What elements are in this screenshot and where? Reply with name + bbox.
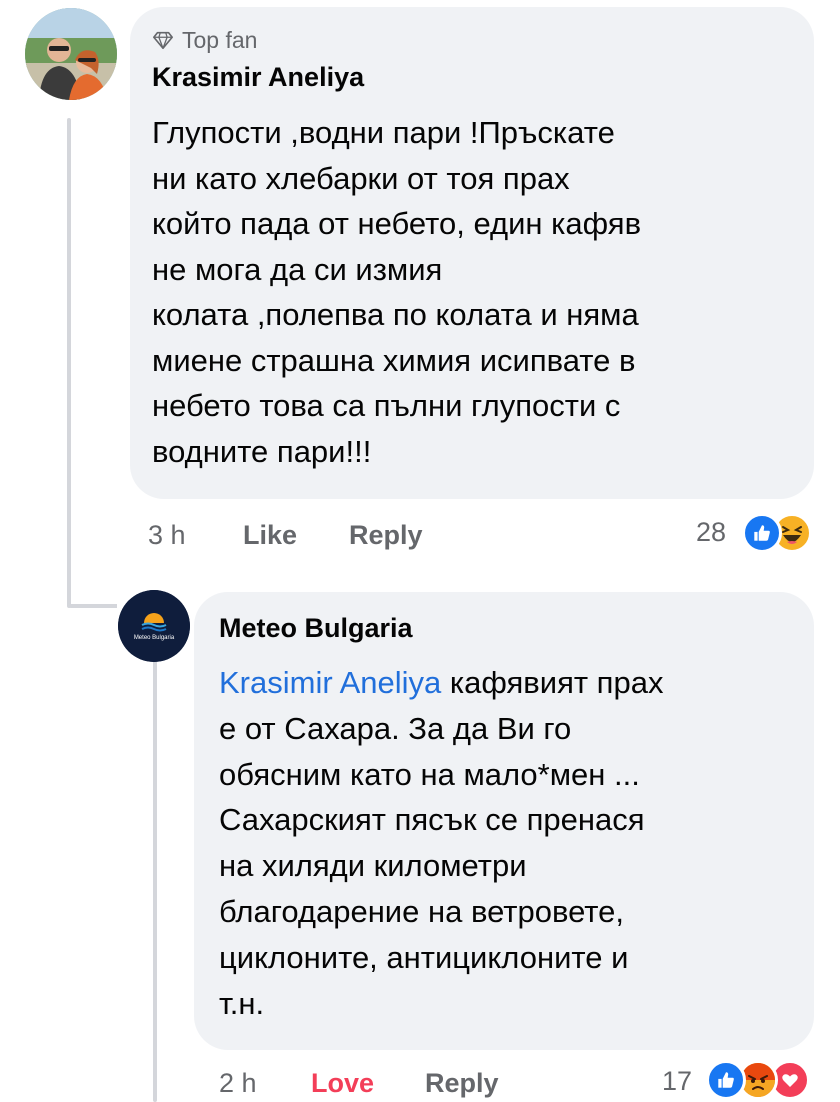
reply-text-line: е от Сахара. За да Ви го <box>219 710 572 746</box>
logo-text: Meteo Bulgaria <box>134 635 175 641</box>
reply-text-line: на хиляди километри <box>219 848 527 884</box>
badge-label: Top fan <box>182 26 258 53</box>
page-avatar[interactable]: Meteo Bulgaria <box>118 590 190 662</box>
reply-author[interactable]: Meteo Bulgaria <box>219 613 413 644</box>
reply-text: Krasimir Aneliya кафявият прах е от Сахар… <box>219 660 789 1026</box>
reply-button[interactable]: Reply <box>425 1068 499 1099</box>
love-button[interactable]: Love <box>311 1068 374 1099</box>
reply-thread-line <box>153 650 157 1102</box>
reaction-count[interactable]: 17 <box>662 1066 692 1097</box>
top-fan-badge: Top fan <box>152 26 257 54</box>
reply-text-line: Сахарският пясък се пренася <box>219 802 645 838</box>
mention-link[interactable]: Krasimir Aneliya <box>219 665 441 700</box>
reply-text-line: циклоните, антициклоните и <box>219 939 629 975</box>
comment-timestamp[interactable]: 3 h <box>148 520 186 551</box>
diamond-icon <box>153 31 173 50</box>
thread-line <box>67 118 71 608</box>
reply-timestamp[interactable]: 2 h <box>219 1068 257 1099</box>
comment-author[interactable]: Krasimir Aneliya <box>152 62 364 93</box>
like-button[interactable]: Like <box>243 520 297 551</box>
thread-connector <box>67 604 117 608</box>
meteo-logo-icon: Meteo Bulgaria <box>118 590 190 662</box>
reply-text-line: кафявият прах <box>441 665 664 700</box>
avatar[interactable] <box>25 8 117 100</box>
reply-text-line: благодарение на ветровете, <box>219 893 624 929</box>
profile-photo <box>25 8 117 100</box>
comment-text: Глупости ,водни пари !Пръскате ни като х… <box>152 115 642 469</box>
reaction-count[interactable]: 28 <box>696 517 726 548</box>
like-icon <box>742 513 782 553</box>
reply-button[interactable]: Reply <box>349 520 423 551</box>
reply-text-line: обясним като на мало*мен ... <box>219 756 640 792</box>
like-icon <box>706 1060 746 1100</box>
reply-text-line: т.н. <box>219 985 265 1021</box>
